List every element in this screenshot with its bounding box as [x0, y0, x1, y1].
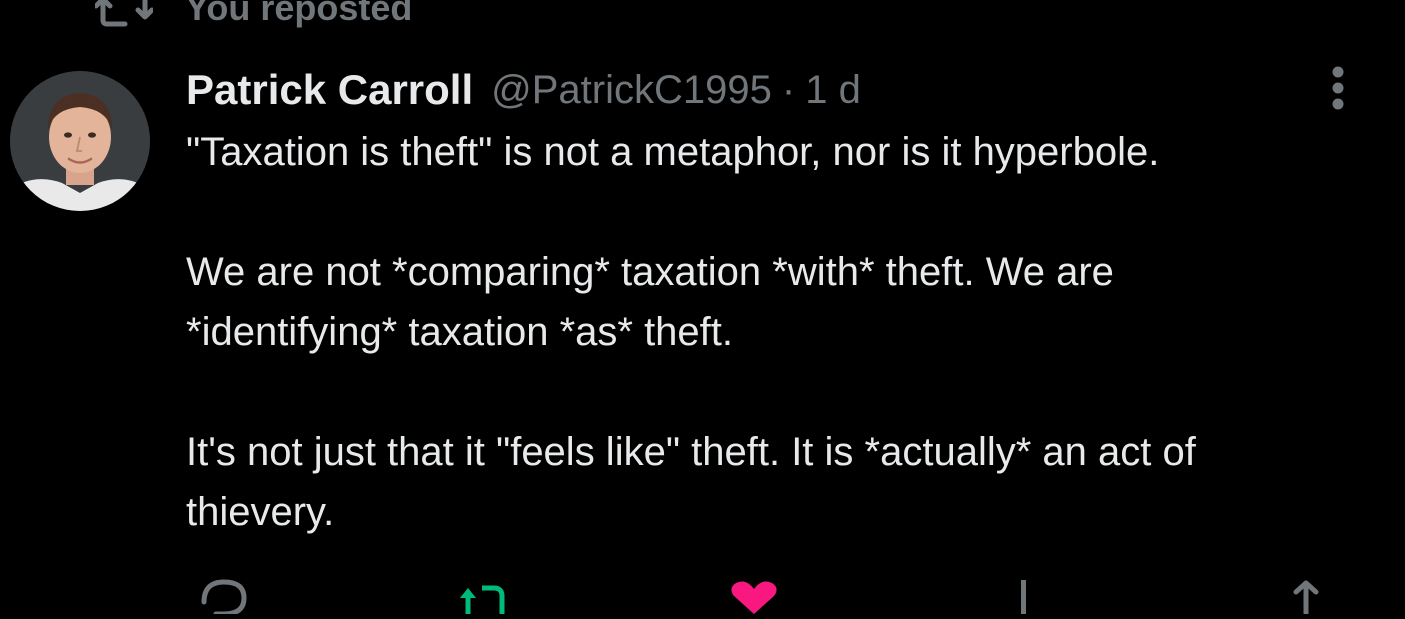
repost-icon — [95, 0, 153, 27]
reply-button[interactable] — [194, 574, 254, 617]
avatar[interactable] — [10, 71, 150, 211]
author-handle[interactable]: @PatrickC1995 — [491, 68, 772, 113]
author-display-name[interactable]: Patrick Carroll — [186, 66, 473, 114]
separator-dot: · — [781, 67, 796, 112]
tweet-text-line: We are not *comparing* taxation *with* t… — [186, 250, 1114, 294]
like-icon — [731, 581, 777, 614]
tweet-text-line: *identifying* taxation *as* theft. — [186, 310, 734, 354]
retweet-button[interactable] — [454, 574, 514, 614]
reply-icon — [201, 579, 247, 617]
tweet-header: Patrick Carroll @PatrickC1995 · 1 d — [186, 62, 861, 118]
share-button[interactable] — [1276, 574, 1336, 614]
tweet-text-line: It's not just that it "feels like" theft… — [186, 430, 1196, 474]
timestamp[interactable]: 1 d — [805, 68, 861, 113]
action-bar — [186, 574, 1356, 617]
more-vertical-icon — [1332, 66, 1344, 110]
retweet-icon — [460, 585, 505, 614]
views-button[interactable] — [994, 574, 1054, 614]
tweet-text-line: thievery. — [186, 490, 335, 534]
repost-banner[interactable]: You reposted — [95, 0, 412, 30]
like-button[interactable] — [724, 574, 784, 614]
tweet-text: "Taxation is theft" is not a metaphor, n… — [186, 122, 1376, 542]
avatar-image — [10, 71, 150, 211]
tweet-text-line: "Taxation is theft" is not a metaphor, n… — [186, 130, 1160, 174]
repost-label: You reposted — [185, 0, 413, 28]
views-icon — [1021, 580, 1026, 614]
share-icon — [1293, 580, 1319, 614]
more-options-button[interactable] — [1316, 60, 1360, 116]
